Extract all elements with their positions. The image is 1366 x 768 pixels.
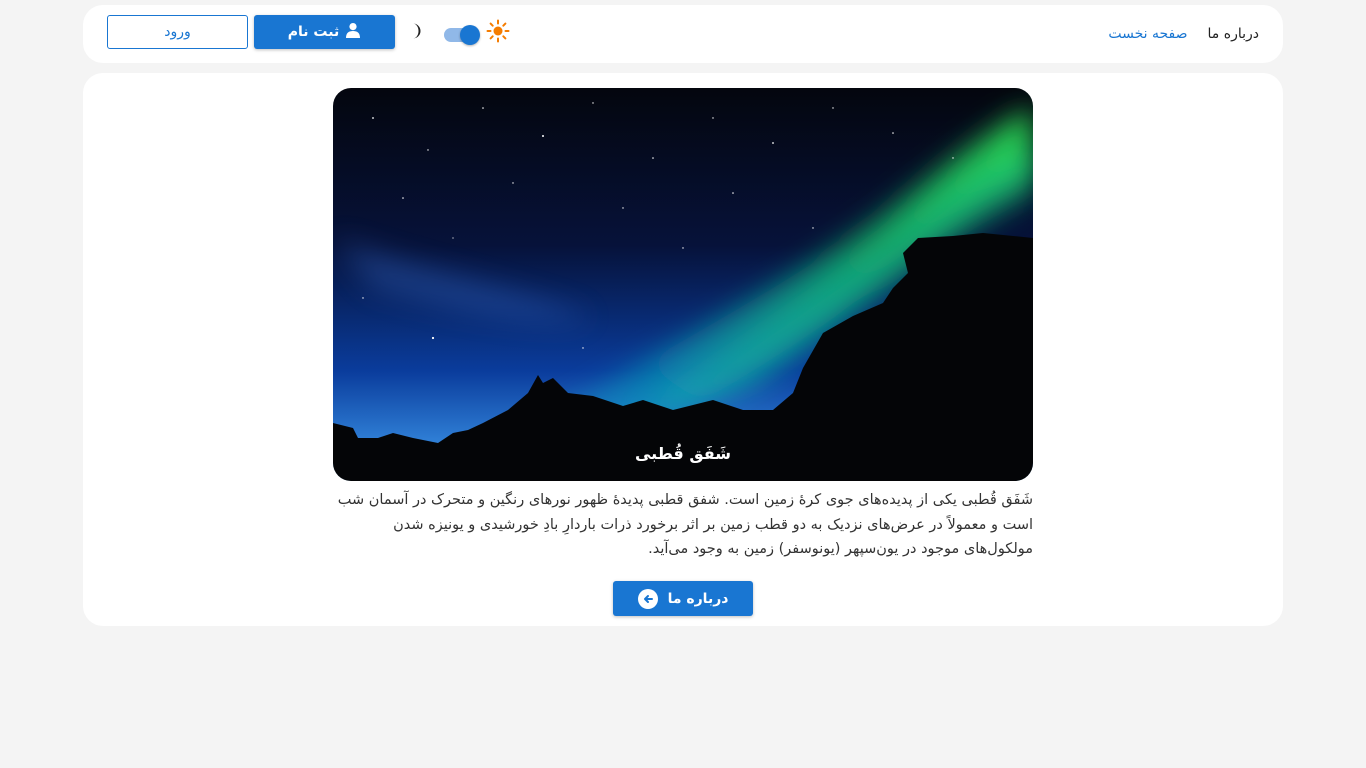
description-text: شَفَق قُطبی یکی از پدیده‌های جوی کرهٔ زم… [337, 492, 1033, 557]
register-label: ثبت نام [287, 24, 340, 40]
nav-link-home[interactable]: صفحه نخست [1108, 26, 1187, 42]
nav-links: صفحه نخست درباره ما [1108, 5, 1259, 63]
arrow-left-circle-icon [637, 588, 658, 609]
theme-toggle-thumb[interactable] [460, 25, 480, 45]
hero-image: شَفَق قُطبی [333, 88, 1033, 481]
moon-icon [403, 21, 423, 41]
main-card: شَفَق قُطبی شَفَق قُطبی یکی از پدیده‌های… [83, 73, 1283, 626]
navbar: صفحه نخست درباره ما ورود ثبت نام [83, 5, 1283, 63]
user-icon [345, 22, 361, 42]
about-button-label: درباره ما [667, 590, 729, 607]
hero-caption: شَفَق قُطبی [634, 444, 732, 463]
register-button[interactable]: ثبت نام [254, 15, 395, 49]
nav-link-about[interactable]: درباره ما [1208, 26, 1259, 42]
sun-icon [486, 19, 510, 43]
about-button[interactable]: درباره ما [613, 581, 753, 616]
login-button[interactable]: ورود [107, 15, 248, 49]
theme-toggle[interactable] [442, 23, 482, 47]
